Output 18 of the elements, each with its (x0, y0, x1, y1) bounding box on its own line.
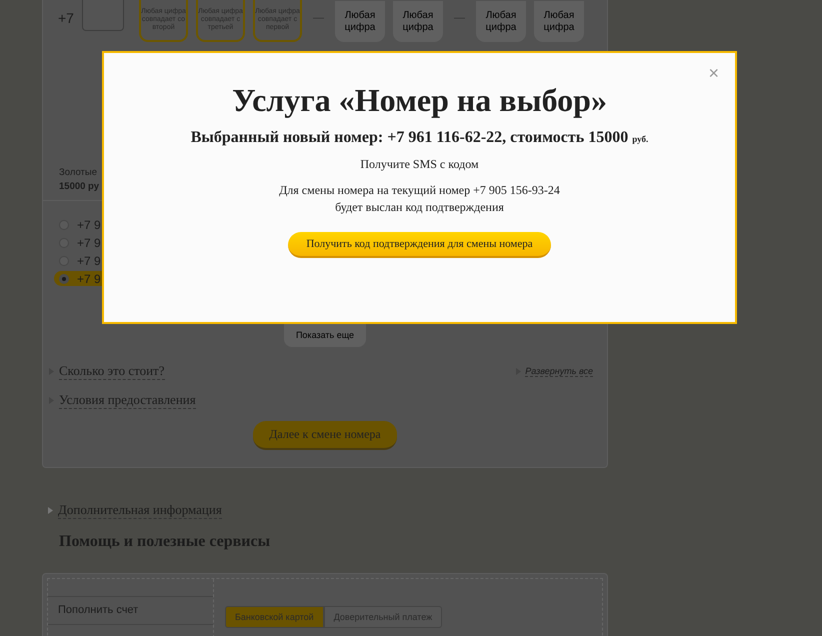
next-button[interactable]: Далее к смене номера (253, 421, 397, 450)
dash: — (313, 12, 324, 24)
selected-number-text: Выбранный новый номер: +7 961 116-62-22, стоимость 15000 руб. (190, 129, 650, 147)
number-label: +7 9 (77, 272, 101, 286)
digit-cell[interactable]: Любая цифра (534, 1, 584, 42)
dash: — (454, 12, 465, 24)
close-button[interactable]: × (706, 64, 721, 82)
get-code-button[interactable]: Получить код подтверждения для смены номера (288, 232, 551, 258)
payment-tab[interactable]: Банковской картой (225, 606, 324, 628)
show-more-button[interactable]: Показать еще (284, 323, 366, 347)
digit-cell[interactable]: Любая цифра (393, 1, 443, 42)
modal-title: Услуга «Номер на выбор» (231, 83, 608, 117)
message-text: Для смены номера на текущий номер +7 905 156-93-24 будет выслан код подтверждения (278, 182, 561, 216)
input-field[interactable] (82, 0, 124, 31)
sms-heading: Получите SMS с кодом (359, 157, 480, 172)
digit-cell[interactable]: Любая цифра (335, 1, 385, 42)
triangle-icon (48, 507, 53, 514)
digit-cell[interactable]: Любая цифра (476, 1, 526, 42)
